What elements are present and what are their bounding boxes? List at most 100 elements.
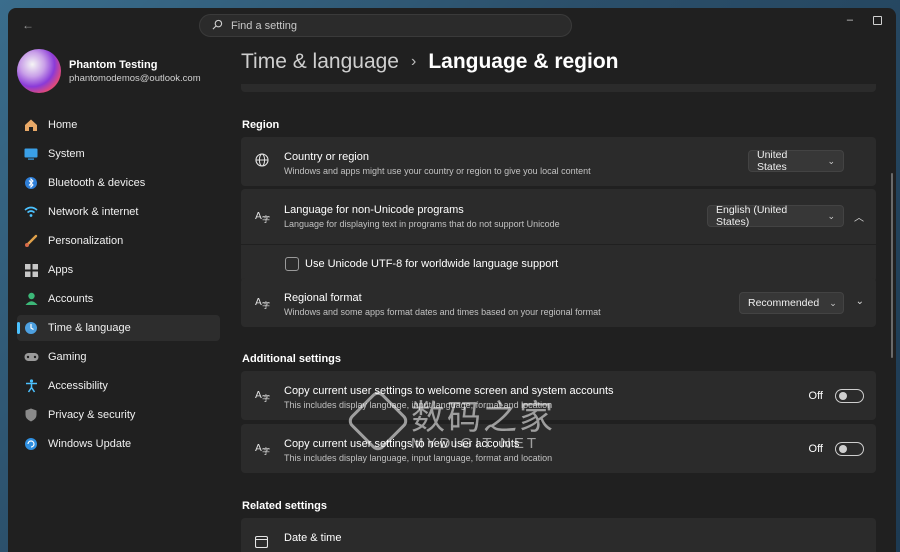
breadcrumb-parent[interactable]: Time & language <box>241 50 399 74</box>
accounts-icon <box>23 291 39 307</box>
watermark-logo-icon <box>345 388 411 454</box>
regional-format-icon: A字 <box>255 295 270 312</box>
sidebar-item-bluetooth[interactable]: Bluetooth & devices <box>17 170 220 196</box>
shield-icon <box>23 407 39 423</box>
sidebar-item-label: Privacy & security <box>48 409 136 421</box>
language-icon: A字 <box>255 441 270 458</box>
sidebar-item-accessibility[interactable]: Accessibility <box>17 373 220 399</box>
avatar <box>17 49 61 93</box>
section-title-region: Region <box>242 119 280 131</box>
utf8-checkbox[interactable] <box>285 257 299 271</box>
chevron-down-icon: ⌄ <box>829 297 837 308</box>
previous-card-edge <box>241 84 876 92</box>
sidebar-item-home[interactable]: Home <box>17 112 220 138</box>
section-title-additional: Additional settings <box>242 353 341 365</box>
home-icon <box>23 117 39 133</box>
copy-new-users-desc: This includes display language, input la… <box>284 453 553 463</box>
user-profile[interactable]: Phantom Testing phantomodemos@outlook.co… <box>17 49 201 93</box>
toggle-state-label: Off <box>808 443 823 455</box>
svg-text:字: 字 <box>262 300 270 309</box>
sidebar-item-label: Accounts <box>48 293 94 305</box>
svg-text:A: A <box>255 297 262 308</box>
svg-text:字: 字 <box>262 446 270 455</box>
profile-email: phantomodemos@outlook.com <box>69 72 201 84</box>
apps-icon <box>23 262 39 278</box>
sidebar-item-personalization[interactable]: Personalization <box>17 228 220 254</box>
toggle-knob <box>839 445 847 453</box>
calendar-icon <box>254 535 269 551</box>
sidebar-item-label: Time & language <box>48 322 131 334</box>
non-unicode-card: A字 Language for non-Unicode programs Lan… <box>241 189 876 244</box>
sidebar-item-time-language[interactable]: Time & language <box>17 315 220 341</box>
system-icon <box>23 146 39 162</box>
search-input[interactable]: Find a setting <box>199 14 572 37</box>
country-region-title: Country or region <box>284 151 369 163</box>
regional-format-card: A字 Regional format Windows and some apps… <box>241 278 876 327</box>
copy-welcome-toggle[interactable] <box>835 389 864 403</box>
sidebar-item-label: Apps <box>48 264 74 276</box>
copy-new-users-toggle-group: Off <box>809 442 864 456</box>
date-time-card[interactable]: Date & time <box>241 518 876 552</box>
svg-text:字: 字 <box>262 214 270 223</box>
search-placeholder: Find a setting <box>231 19 298 32</box>
utf8-option-row: Use Unicode UTF-8 for worldwide language… <box>241 245 876 282</box>
svg-text:A: A <box>255 211 262 222</box>
page-title: Language & region <box>428 50 619 73</box>
copy-new-users-toggle[interactable] <box>835 442 864 456</box>
accessibility-icon <box>23 378 39 394</box>
sidebar-item-system[interactable]: System <box>17 141 220 167</box>
sidebar-nav: Home System Bluetooth & devices Network … <box>17 112 220 460</box>
wifi-icon <box>23 204 39 220</box>
time-language-icon <box>23 320 39 336</box>
chevron-down-icon[interactable]: ⌄ <box>856 296 864 307</box>
profile-name: Phantom Testing <box>69 58 158 71</box>
search-icon <box>212 19 223 33</box>
chevron-down-icon: ⌄ <box>827 210 835 221</box>
copy-new-users-card: A字 Copy current user settings to new use… <box>241 424 876 473</box>
country-region-dropdown[interactable]: United States ⌄ <box>748 149 844 173</box>
breadcrumb: Time & language › Language & region <box>241 50 619 74</box>
sidebar-item-network[interactable]: Network & internet <box>17 199 220 225</box>
watermark: 数码之家 MYDIGIT.NET <box>345 388 555 454</box>
sidebar-item-label: Gaming <box>48 351 87 363</box>
regional-format-desc: Windows and some apps format dates and t… <box>284 307 601 317</box>
regional-format-dropdown[interactable]: Recommended ⌄ <box>739 292 844 314</box>
country-region-card: Country or region Windows and apps might… <box>241 137 876 186</box>
title-bar: ← Find a setting – <box>8 8 896 42</box>
maximize-button[interactable] <box>873 15 882 25</box>
section-title-related: Related settings <box>242 500 327 512</box>
sidebar-item-label: Windows Update <box>48 438 132 450</box>
sidebar-item-privacy[interactable]: Privacy & security <box>17 402 220 428</box>
svg-text:A: A <box>255 443 262 454</box>
sidebar-item-accounts[interactable]: Accounts <box>17 286 220 312</box>
watermark-text-en: MYDIGIT.NET <box>411 435 540 452</box>
country-region-desc: Windows and apps might use your country … <box>284 166 591 176</box>
date-time-title: Date & time <box>284 532 342 544</box>
scrollbar[interactable] <box>891 173 893 358</box>
sidebar-item-gaming[interactable]: Gaming <box>17 344 220 370</box>
globe-icon <box>255 153 269 170</box>
sidebar-item-label: Network & internet <box>48 206 139 218</box>
regional-format-value: Recommended <box>748 297 820 309</box>
sidebar-item-apps[interactable]: Apps <box>17 257 220 283</box>
copy-welcome-toggle-group: Off <box>809 389 864 403</box>
minimize-button[interactable]: – <box>847 14 853 26</box>
non-unicode-dropdown[interactable]: English (United States) ⌄ <box>707 204 844 228</box>
watermark-text-cn: 数码之家 <box>411 398 555 438</box>
language-icon: A字 <box>255 209 270 226</box>
regional-format-title: Regional format <box>284 292 362 304</box>
settings-window: ← Find a setting – Phantom Testing phant… <box>8 8 896 552</box>
toggle-state-label: Off <box>808 390 823 402</box>
chevron-up-icon[interactable]: ︿ <box>854 209 864 224</box>
copy-welcome-card: A字 Copy current user settings to welcome… <box>241 371 876 420</box>
gaming-icon <box>23 349 39 365</box>
back-button[interactable]: ← <box>22 18 34 32</box>
language-icon: A字 <box>255 388 270 405</box>
utf8-checkbox-label[interactable]: Use Unicode UTF-8 for worldwide language… <box>305 258 558 270</box>
sidebar-item-label: System <box>48 148 85 160</box>
sidebar-item-label: Personalization <box>48 235 124 247</box>
non-unicode-desc: Language for displaying text in programs… <box>284 219 560 229</box>
sidebar-item-label: Home <box>48 119 78 131</box>
brush-icon <box>23 233 39 249</box>
sidebar-item-windows-update[interactable]: Windows Update <box>17 431 220 457</box>
